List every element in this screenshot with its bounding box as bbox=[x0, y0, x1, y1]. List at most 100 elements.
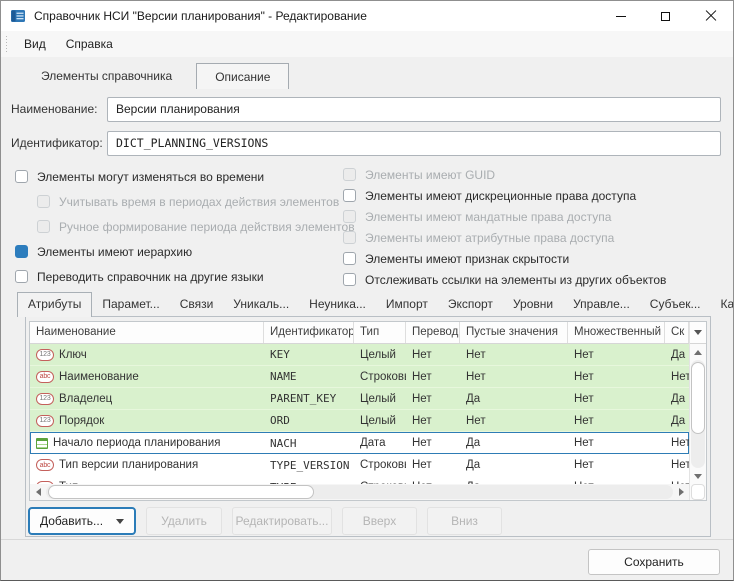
detail-tab-card[interactable]: Карточка bbox=[711, 293, 734, 316]
checkbox-icon[interactable] bbox=[15, 245, 28, 258]
option-checkbox-item[interactable]: Элементы имеют иерархию bbox=[15, 239, 343, 264]
cell-type: Дата bbox=[354, 432, 406, 454]
window-title: Справочник НСИ "Версии планирования" - Р… bbox=[34, 9, 367, 23]
option-checkbox-item[interactable]: Элементы имеют признак скрытости bbox=[343, 248, 733, 269]
column-header[interactable]: Наименование bbox=[30, 322, 264, 343]
close-icon bbox=[705, 10, 717, 22]
minimize-button[interactable] bbox=[598, 1, 643, 31]
cell-translate: Нет bbox=[406, 476, 460, 484]
checkbox-icon[interactable] bbox=[15, 170, 28, 183]
attributes-panel: НаименованиеИдентификаторТипПереводПусты… bbox=[25, 316, 711, 537]
checkbox-icon[interactable] bbox=[343, 273, 356, 286]
close-button[interactable] bbox=[688, 1, 733, 31]
detail-tab-import[interactable]: Импорт bbox=[376, 293, 438, 316]
minimize-icon bbox=[616, 16, 626, 17]
cell-identifier: KEY bbox=[264, 344, 354, 365]
menu-bar: Вид Справка bbox=[1, 31, 733, 57]
column-chooser-button[interactable] bbox=[690, 322, 706, 344]
option-checkbox-item[interactable]: Элементы имеют дискреционные права досту… bbox=[343, 185, 733, 206]
detail-tab-export[interactable]: Экспорт bbox=[438, 293, 503, 316]
checkbox-label: Элементы могут изменяться во времени bbox=[37, 170, 264, 184]
checkbox-icon[interactable] bbox=[37, 195, 50, 208]
table-row[interactable]: abcНаименование NAME Строковый Нет Нет Н… bbox=[30, 366, 689, 388]
scroll-left-button[interactable] bbox=[30, 484, 46, 500]
horizontal-scrollbar-thumb[interactable] bbox=[48, 485, 314, 499]
cell-type: Целый bbox=[354, 410, 406, 431]
description-form: Наименование: Идентификатор: bbox=[11, 96, 721, 156]
maximize-button[interactable] bbox=[643, 1, 688, 31]
scroll-up-button[interactable] bbox=[690, 344, 706, 360]
move-down-button: Вниз bbox=[427, 507, 502, 535]
checkbox-icon[interactable] bbox=[343, 231, 356, 244]
column-header[interactable]: Множественный bbox=[568, 322, 665, 343]
detail-tab-parameters[interactable]: Парамет... bbox=[92, 293, 169, 316]
option-checkbox-item: Учитывать время в периодах действия элем… bbox=[15, 189, 343, 214]
detail-tab-levels[interactable]: Уровни bbox=[503, 293, 563, 316]
identifier-input[interactable] bbox=[107, 131, 721, 156]
detail-tab-unique[interactable]: Уникаль... bbox=[223, 293, 299, 316]
vertical-scrollbar-thumb[interactable] bbox=[691, 362, 705, 434]
checkbox-icon[interactable] bbox=[343, 210, 356, 223]
checkbox-label: Отслеживать ссылки на элементы из других… bbox=[365, 273, 666, 287]
checkbox-label: Элементы имеют иерархию bbox=[37, 245, 192, 259]
column-header[interactable]: Тип bbox=[354, 322, 406, 343]
name-input[interactable] bbox=[107, 97, 721, 122]
detail-tab-nonunique[interactable]: Неуника... bbox=[299, 293, 376, 316]
save-button[interactable]: Сохранить bbox=[588, 549, 720, 575]
option-checkbox-item[interactable]: Элементы могут изменяться во времени bbox=[15, 164, 343, 189]
add-button[interactable]: Добавить... bbox=[28, 507, 136, 535]
cell-empty-values: Нет bbox=[460, 410, 568, 431]
scroll-down-button[interactable] bbox=[690, 468, 706, 484]
identifier-field-label: Идентификатор: bbox=[11, 136, 107, 150]
table-row[interactable]: 123Владелец PARENT_KEY Целый Нет Да Нет … bbox=[30, 388, 689, 410]
checkbox-icon[interactable] bbox=[37, 220, 50, 233]
cell-multiple: Нет bbox=[568, 366, 665, 387]
toolbar-grip[interactable] bbox=[5, 36, 8, 52]
table-row[interactable]: 123Ключ KEY Целый Нет Нет Нет Да bbox=[30, 344, 689, 366]
cell-identifier: TYPE bbox=[264, 476, 354, 484]
tab-description[interactable]: Описание bbox=[196, 63, 289, 89]
column-header[interactable]: Перевод bbox=[406, 322, 460, 343]
checkbox-icon[interactable] bbox=[15, 270, 28, 283]
cell-translate: Нет bbox=[406, 388, 460, 409]
detail-tab-management[interactable]: Управле... bbox=[563, 293, 640, 316]
column-header[interactable]: Идентификатор bbox=[264, 322, 354, 343]
detail-tab-label: Уровни bbox=[513, 297, 553, 311]
horizontal-scrollbar[interactable] bbox=[30, 484, 689, 500]
chevron-down-icon bbox=[694, 330, 702, 335]
add-button-label: Добавить... bbox=[40, 514, 103, 528]
option-checkbox-item[interactable]: Переводить справочник на другие языки bbox=[15, 264, 343, 289]
table-row[interactable]: abcТип TYPE Строковый Нет Да Нет Нет bbox=[30, 476, 689, 484]
detail-tab-label: Уникаль... bbox=[233, 297, 289, 311]
checkbox-icon[interactable] bbox=[343, 252, 356, 265]
vertical-scrollbar[interactable] bbox=[690, 344, 706, 484]
table-row[interactable]: Начало периода планирования NACH Дата Не… bbox=[30, 432, 689, 454]
option-checkbox-item: Элементы имеют атрибутные права доступа bbox=[343, 227, 733, 248]
scroll-right-button[interactable] bbox=[673, 484, 689, 500]
option-checkbox-item[interactable]: Отслеживать ссылки на элементы из других… bbox=[343, 269, 733, 290]
menu-view[interactable]: Вид bbox=[14, 33, 56, 55]
detail-tab-links[interactable]: Связи bbox=[170, 293, 224, 316]
tab-dictionary-elements[interactable]: Элементы справочника bbox=[17, 63, 196, 89]
string-type-icon: abc bbox=[36, 459, 54, 471]
scrollbar-corner bbox=[691, 484, 705, 500]
checkbox-label: Учитывать время в периодах действия элем… bbox=[59, 195, 339, 209]
column-header[interactable]: Пустые значения bbox=[460, 322, 568, 343]
table-row[interactable]: 123Порядок ORD Целый Нет Нет Нет Да bbox=[30, 410, 689, 432]
options-left-column: Элементы могут изменяться во времени Учи… bbox=[15, 164, 343, 292]
menu-help[interactable]: Справка bbox=[56, 33, 123, 55]
column-header[interactable]: Ск bbox=[665, 322, 689, 343]
integer-type-icon: 123 bbox=[36, 415, 54, 427]
checkbox-icon[interactable] bbox=[343, 189, 356, 202]
grid-header-row: НаименованиеИдентификаторТипПереводПусты… bbox=[30, 322, 689, 344]
detail-tab-attributes[interactable]: Атрибуты bbox=[17, 292, 92, 317]
dropdown-caret-icon bbox=[116, 519, 124, 524]
cell-empty-values: Да bbox=[460, 432, 568, 454]
checkbox-icon[interactable] bbox=[343, 168, 356, 181]
cell-translate: Нет bbox=[406, 454, 460, 476]
detail-tab-subjects[interactable]: Субъек... bbox=[640, 293, 711, 316]
string-type-icon: abc bbox=[36, 371, 54, 383]
cell-type: Строковый bbox=[354, 454, 406, 476]
dialog-window: Справочник НСИ "Версии планирования" - Р… bbox=[0, 0, 734, 581]
table-row[interactable]: abcТип версии планирования TYPE_VERSION … bbox=[30, 454, 689, 476]
